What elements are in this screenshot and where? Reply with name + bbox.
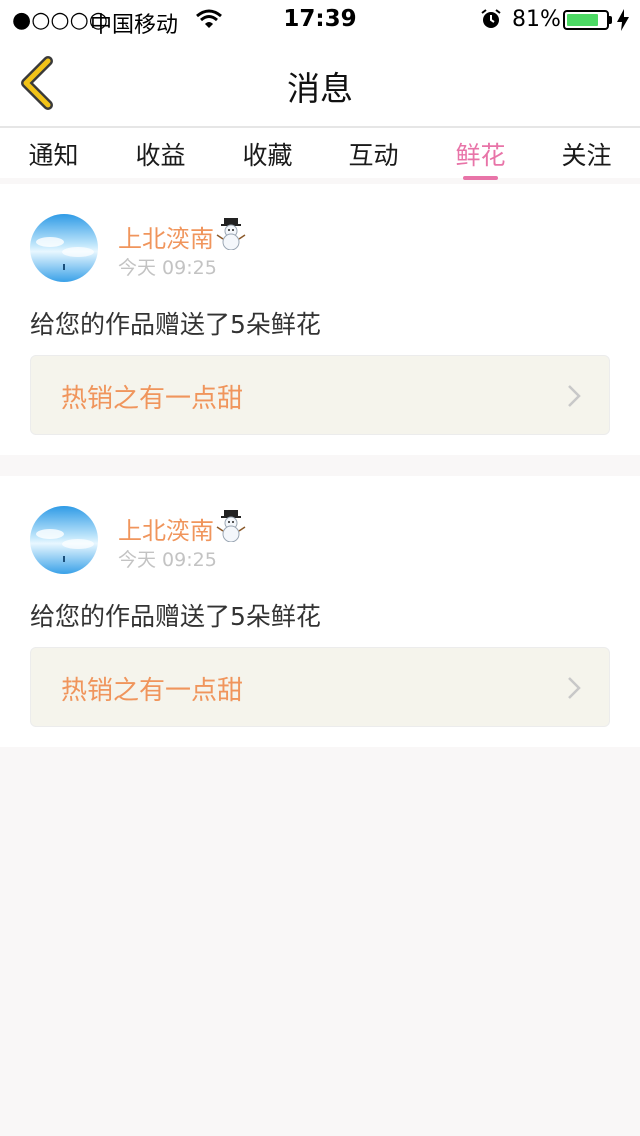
snowman-icon — [216, 510, 246, 546]
battery-icon — [563, 10, 609, 30]
message-text: 给您的作品赠送了5朵鲜花 — [30, 602, 321, 631]
battery-percent: 81% — [512, 7, 561, 32]
chevron-right-icon — [567, 676, 581, 704]
message-text: 给您的作品赠送了5朵鲜花 — [30, 310, 321, 339]
tab-interactions[interactable]: 互动 — [320, 136, 427, 172]
sender-name[interactable]: 上北湙南 — [118, 511, 214, 546]
tab-flowers[interactable]: 鲜花 — [427, 136, 534, 180]
tab-earnings[interactable]: 收益 — [107, 136, 214, 172]
tab-label: 收藏 — [242, 141, 293, 170]
tab-following[interactable]: 关注 — [533, 136, 640, 172]
chevron-right-icon — [567, 384, 581, 412]
avatar[interactable] — [30, 506, 98, 574]
page-title: 消息 — [287, 69, 353, 108]
status-bar: ●○○○○ 中国移动 17:39 81% — [0, 0, 640, 40]
active-tab-indicator — [463, 176, 498, 180]
charging-bolt-icon — [617, 9, 629, 37]
alarm-icon — [480, 8, 502, 36]
tab-label: 鲜花 — [455, 141, 506, 170]
work-link-button[interactable]: 热销之有一点甜 — [30, 647, 610, 727]
message-time: 今天 09:25 — [118, 257, 217, 279]
tab-notifications[interactable]: 通知 — [0, 136, 107, 172]
avatar[interactable] — [30, 214, 98, 282]
message-time: 今天 09:25 — [118, 549, 217, 571]
tab-label: 通知 — [28, 141, 79, 170]
tab-favorites[interactable]: 收藏 — [214, 136, 321, 172]
tab-label: 互动 — [348, 141, 399, 170]
navigation-bar: 消息 — [0, 40, 640, 128]
tab-label: 关注 — [561, 141, 612, 170]
tab-label: 收益 — [135, 141, 186, 170]
message-card: 上北湙南 今天 09:25 给您的作品赠送了5朵鲜花 热销之有一点甜 — [0, 476, 640, 747]
tab-bar: 通知 收益 收藏 互动 鲜花 关注 — [0, 128, 640, 180]
work-link-button[interactable]: 热销之有一点甜 — [30, 355, 610, 435]
message-card: 上北湙南 今天 09:25 给您的作品赠送了5朵鲜花 热销之有一点甜 — [0, 184, 640, 455]
snowman-icon — [216, 218, 246, 254]
battery-tip — [609, 16, 612, 24]
sender-name[interactable]: 上北湙南 — [118, 219, 214, 254]
work-title: 热销之有一点甜 — [61, 676, 244, 706]
work-title: 热销之有一点甜 — [61, 384, 244, 414]
